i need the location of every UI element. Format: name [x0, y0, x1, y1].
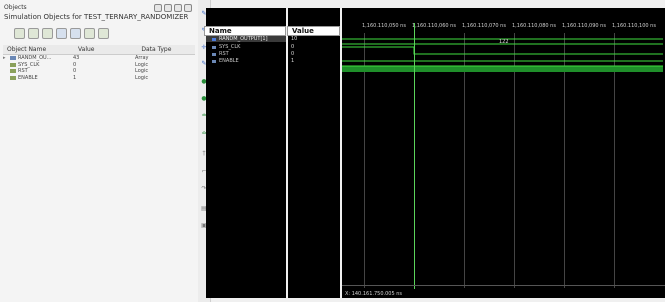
wave-signal-name: SYS_CLK: [219, 44, 241, 50]
filter-inouts-icon[interactable]: [42, 28, 53, 39]
wave-signal-value-text: 0: [291, 51, 295, 57]
filter-constants-icon[interactable]: [70, 28, 81, 39]
objects-table-header: Object Name Value Data Type: [3, 45, 195, 55]
waveforms[interactable]: 122: [342, 8, 665, 298]
signal-icon: [212, 59, 216, 63]
value-column-header: Value: [287, 26, 340, 36]
wave-signal-value-text: 1: [291, 58, 295, 64]
wave-name-pane: Name RANDM_OUTPUT[1] SYS_CLK RST ENABLE: [204, 8, 286, 298]
filter-outputs-icon[interactable]: [28, 28, 39, 39]
waveform-pane[interactable]: 1,160.110,050 ns 1,160.110,060 ns 1,160.11…: [342, 8, 665, 298]
object-row[interactable]: RST 0 Logic: [3, 68, 195, 75]
wave-signal-value-text: 10: [291, 36, 298, 42]
close-icon[interactable]: [184, 4, 192, 12]
wave-signal-value: 0: [288, 44, 340, 50]
wave-signal-name: ENABLE: [219, 58, 239, 64]
wave-signal-row[interactable]: SYS_CLK: [206, 44, 286, 50]
wave-signal-value: 10: [288, 36, 340, 42]
signal-icon: [10, 75, 16, 80]
filter-inputs-icon[interactable]: [14, 28, 25, 39]
minimize-icon[interactable]: [164, 4, 172, 12]
maximize-icon[interactable]: [174, 4, 182, 12]
restore-icon[interactable]: [154, 4, 162, 12]
objects-panel-title: Objects: [4, 4, 27, 11]
object-row[interactable]: ▸ RANDM_OU... 43 Array: [3, 55, 195, 62]
wave-signal-value: 0: [288, 51, 340, 57]
objects-panel: Objects Simulation Objects for TEST_TERN…: [0, 0, 199, 302]
column-value[interactable]: Value: [74, 46, 137, 53]
column-data-type[interactable]: Data Type: [137, 46, 195, 53]
objects-table: Object Name Value Data Type ▸ RANDM_OU...…: [3, 45, 195, 81]
bus-icon: [10, 56, 16, 61]
wave-signal-row[interactable]: ENABLE: [206, 58, 286, 64]
object-type: Logic: [135, 74, 149, 81]
expand-arrow-icon[interactable]: ▸: [3, 55, 8, 61]
time-cursor[interactable]: [414, 23, 415, 289]
signal-icon: [212, 52, 216, 56]
wave-signal-row[interactable]: RANDM_OUTPUT[1]: [206, 36, 286, 42]
object-value: 43: [73, 55, 80, 62]
objects-subtitle: Simulation Objects for TEST_TERNARY_RAND…: [4, 13, 189, 21]
object-type: Logic: [135, 68, 149, 75]
object-row[interactable]: SYS_CLK 0 Logic: [3, 62, 195, 69]
filter-internal-icon[interactable]: [56, 28, 67, 39]
name-column-header: Name: [204, 26, 286, 36]
cursor-readout: X: 140.161.750.005 ns: [345, 291, 403, 297]
filter-variables-icon[interactable]: [84, 28, 95, 39]
sys-clk-wave: [342, 46, 663, 55]
waveform-bottom-border: [342, 285, 665, 286]
signal-icon: [10, 62, 16, 67]
object-name: SYS_CLK: [18, 61, 40, 68]
signal-icon: [212, 45, 216, 49]
wave-signal-value: 1: [288, 58, 340, 64]
object-row[interactable]: ENABLE 1 Logic: [3, 75, 195, 82]
wave-signal-name: RANDM_OUTPUT[1]: [219, 36, 268, 42]
wave-signal-value-text: 0: [291, 44, 295, 50]
signal-icon: [10, 69, 16, 74]
window-controls: [154, 4, 192, 12]
object-type: Array: [135, 55, 149, 62]
enable-wave: [342, 66, 663, 72]
object-name: RST: [18, 68, 28, 75]
object-value: 1: [73, 74, 77, 81]
wave-signal-row[interactable]: RST: [206, 51, 286, 57]
wave-signal-name: RST: [219, 51, 229, 57]
object-value: 0: [73, 61, 77, 68]
object-type: Logic: [135, 61, 149, 68]
column-object-name[interactable]: Object Name: [3, 46, 74, 53]
object-name: RANDM_OU...: [18, 55, 52, 62]
objects-toolbar: [14, 28, 109, 39]
wave-value-pane: Value 10 0 0 1: [287, 8, 340, 298]
settings-icon[interactable]: [98, 28, 109, 39]
bus-icon: [212, 37, 216, 41]
bus-value-label: 122: [499, 39, 509, 45]
object-name: ENABLE: [18, 74, 38, 81]
object-value: 0: [73, 68, 77, 75]
